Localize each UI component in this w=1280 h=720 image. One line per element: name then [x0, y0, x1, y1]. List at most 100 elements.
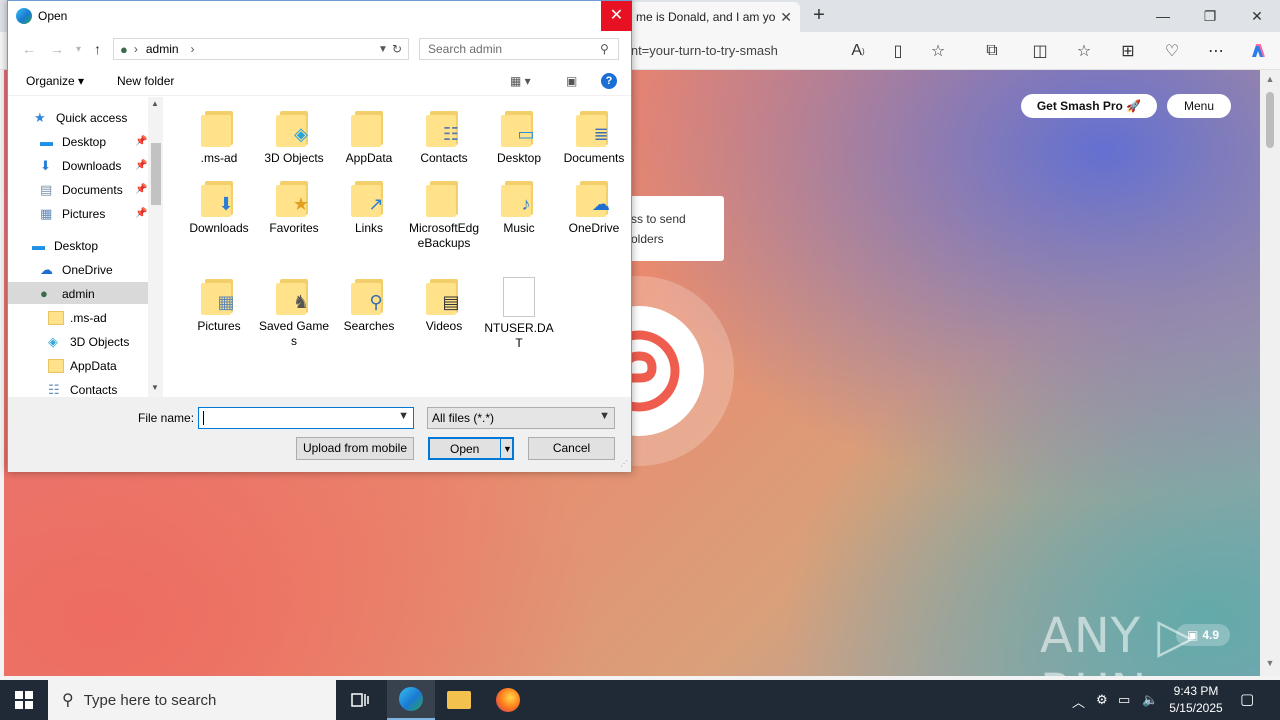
folder-item[interactable]: ▭ Desktop — [483, 109, 555, 166]
forward-arrow-icon[interactable]: → — [50, 41, 64, 57]
recent-locations-icon[interactable]: ▾ — [76, 44, 81, 55]
page-scrollbar[interactable]: ▲ ▼ — [1260, 70, 1280, 676]
menu-button[interactable]: Menu — [1167, 94, 1231, 118]
scroll-down-icon[interactable]: ▼ — [151, 383, 159, 392]
notifications-icon[interactable]: ▢ — [1240, 690, 1254, 708]
browser-essentials-icon[interactable]: ♡ — [1160, 39, 1184, 63]
split-screen-icon[interactable]: ◫ — [1028, 39, 1052, 63]
more-options-icon[interactable]: ⋯ — [1204, 39, 1228, 63]
nav-item[interactable]: ▬ Desktop — [40, 131, 106, 153]
get-smash-pro-button[interactable]: Get Smash Pro 🚀 — [1021, 94, 1157, 118]
downloads-icon: ⬇ — [40, 158, 51, 173]
breadcrumb-item[interactable]: admin — [146, 42, 179, 56]
help-icon[interactable]: ? — [601, 73, 617, 89]
copilot-icon[interactable] — [1246, 39, 1270, 63]
taskbar-search-placeholder: Type here to search — [83, 691, 217, 709]
dialog-close-button[interactable]: ✕ — [601, 1, 632, 31]
scroll-up-icon[interactable]: ▲ — [1264, 74, 1276, 86]
favorite-star-icon[interactable]: ☆ — [926, 39, 950, 63]
back-arrow-icon[interactable]: ← — [22, 41, 36, 57]
file-name-input[interactable]: ▼ — [198, 407, 414, 429]
resize-grip-icon[interactable]: ⋰ — [620, 459, 628, 468]
folder-item[interactable]: ♪ Music — [483, 179, 555, 236]
nav-item[interactable]: ▦ Pictures — [40, 203, 105, 225]
file-label: Favorites — [269, 221, 319, 235]
clock[interactable]: 9:43 PM 5/15/2025 — [1168, 683, 1224, 717]
folder-item[interactable]: ☷ Contacts — [408, 109, 480, 166]
scroll-down-icon[interactable]: ▼ — [1264, 658, 1276, 670]
file-item[interactable]: NTUSER.DAT — [483, 277, 555, 351]
firefox-icon[interactable] — [484, 680, 532, 720]
breadcrumb-dropdown-icon[interactable]: ▼ — [378, 44, 388, 55]
file-explorer-icon[interactable] — [435, 680, 483, 720]
file-name-dropdown-icon[interactable]: ▼ — [398, 410, 409, 422]
network-icon[interactable]: ▭ — [1118, 692, 1130, 708]
upload-from-mobile-button[interactable]: Upload from mobile — [296, 437, 414, 460]
start-button[interactable] — [0, 680, 48, 720]
folder-emblem-icon: ⬇ — [218, 194, 234, 214]
folder-item[interactable]: ⚲ Searches — [333, 277, 405, 334]
folder-icon: ☷ — [424, 109, 464, 147]
file-type-dropdown-icon[interactable]: ▼ — [599, 410, 610, 422]
view-options-icon[interactable]: ▦ ▾ — [510, 74, 531, 88]
nav-item[interactable]: ★ Quick access — [34, 107, 127, 129]
minimize-button[interactable]: — — [1140, 0, 1186, 32]
favorites-icon[interactable]: ☆ — [1072, 39, 1096, 63]
nav-item[interactable]: ▤ Documents — [40, 179, 123, 201]
collections-icon[interactable]: ⊞ — [1116, 39, 1140, 63]
immersive-reader-icon[interactable]: ▯ — [886, 39, 910, 63]
close-window-button[interactable]: ✕ — [1234, 0, 1280, 32]
tab-close-icon[interactable]: ✕ — [780, 9, 792, 26]
folder-item[interactable]: ♞ Saved Games — [258, 277, 330, 349]
edge-taskbar-icon[interactable] — [387, 680, 435, 720]
nav-item[interactable]: .ms-ad — [48, 307, 107, 329]
breadcrumb[interactable]: ● › admin › ▼ ↻ — [113, 38, 409, 60]
taskbar-search-input[interactable]: ⚲ Type here to search — [48, 680, 336, 720]
folder-item[interactable]: AppData — [333, 109, 405, 166]
up-arrow-icon[interactable]: ↑ — [94, 41, 101, 57]
file-type-select[interactable]: All files (*.*) ▼ — [427, 407, 615, 429]
tab-active[interactable]: me is Donald, and I am yo ✕ — [630, 2, 800, 32]
nav-scroll-thumb[interactable] — [151, 143, 161, 205]
tray-app-icon[interactable]: ⚙ — [1096, 692, 1108, 708]
folder-item[interactable]: .ms-ad — [183, 109, 255, 166]
scroll-thumb[interactable] — [1266, 92, 1274, 148]
nav-scrollbar[interactable]: ▲ ▼ — [148, 97, 164, 397]
extensions-icon[interactable]: ⧉ — [980, 39, 1004, 63]
new-tab-button[interactable]: + — [808, 4, 830, 28]
preview-pane-icon[interactable]: ▣ — [566, 74, 577, 88]
folder-item[interactable]: ≣ Documents — [558, 109, 630, 166]
file-label: .ms-ad — [200, 151, 238, 165]
nav-item[interactable]: ⬇ Downloads — [40, 155, 121, 177]
address-bar[interactable]: tent=your-turn-to-try-smash — [620, 36, 840, 66]
folder-item[interactable]: ◈ 3D Objects — [258, 109, 330, 166]
open-split-dropdown-icon[interactable]: ▼ — [500, 439, 514, 458]
folder-icon: ▭ — [499, 109, 539, 147]
nav-item[interactable]: ▬ Desktop — [32, 235, 98, 257]
folder-item[interactable]: ★ Favorites — [258, 179, 330, 236]
restore-button[interactable]: ❐ — [1187, 0, 1233, 32]
volume-icon[interactable]: 🔈 — [1142, 692, 1158, 708]
open-button[interactable]: Open ▼ — [428, 437, 514, 460]
new-folder-button[interactable]: New folder — [117, 74, 174, 88]
folder-item[interactable]: MicrosoftEdgeBackups — [408, 179, 480, 251]
folder-item[interactable]: ☁ OneDrive — [558, 179, 630, 236]
folder-item[interactable]: ▤ Videos — [408, 277, 480, 334]
nav-item[interactable]: ● admin — [40, 283, 95, 305]
folder-item[interactable]: ↗ Links — [333, 179, 405, 236]
nav-item[interactable]: ☁ OneDrive — [40, 259, 113, 281]
folder-item[interactable]: ▦ Pictures — [183, 277, 255, 334]
scroll-up-icon[interactable]: ▲ — [151, 99, 159, 108]
nav-item[interactable]: AppData — [48, 355, 117, 377]
task-view-icon[interactable] — [336, 680, 384, 720]
read-aloud-icon[interactable]: A) — [846, 39, 870, 63]
search-input[interactable]: Search admin — [419, 38, 619, 60]
text-caret — [203, 411, 204, 425]
folder-item[interactable]: ⬇ Downloads — [183, 179, 255, 236]
nav-item[interactable]: ◈ 3D Objects — [48, 331, 129, 353]
cancel-button[interactable]: Cancel — [528, 437, 615, 460]
organize-button[interactable]: Organize ▾ — [26, 74, 84, 88]
nav-item-label: OneDrive — [62, 263, 113, 277]
tray-chevron-icon[interactable]: ︿ — [1072, 692, 1085, 711]
refresh-icon[interactable]: ↻ — [392, 42, 402, 56]
